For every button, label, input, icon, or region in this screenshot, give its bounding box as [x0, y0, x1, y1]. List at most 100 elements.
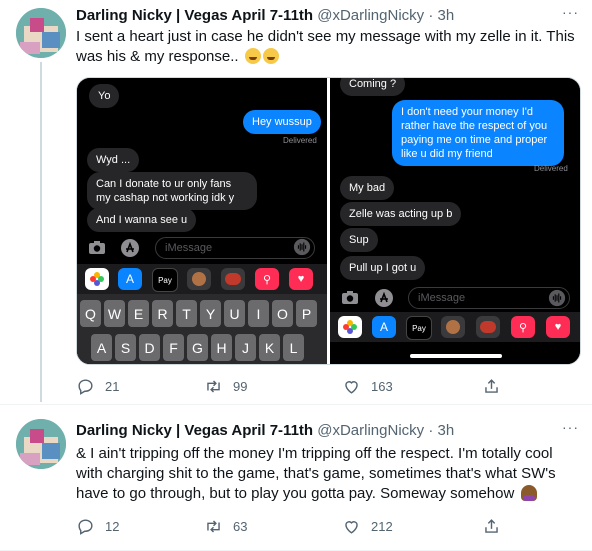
key[interactable]: H — [211, 334, 232, 361]
apple-pay-label: Pay — [158, 275, 172, 285]
apple-pay-button[interactable]: Pay — [406, 316, 432, 340]
reply-button[interactable]: 12 — [76, 514, 119, 538]
photos-app-icon[interactable] — [338, 316, 362, 338]
memoji-icon[interactable] — [187, 268, 211, 290]
message-bubble: And I wanna see u — [87, 208, 197, 232]
timestamp[interactable]: · 3h — [428, 422, 454, 439]
like-button[interactable]: 163 — [342, 374, 393, 398]
keyboard: Q W E R T Y U I O P A S D F G H J K L — [77, 294, 327, 364]
key[interactable]: Y — [200, 300, 221, 327]
key[interactable]: F — [163, 334, 184, 361]
retweet-icon — [207, 379, 220, 393]
like-button[interactable]: 212 — [342, 514, 393, 538]
search-images-icon[interactable]: ⚲ — [511, 316, 535, 338]
reply-button[interactable]: 21 — [76, 374, 119, 398]
message-bubble: Zelle was acting up b — [340, 202, 462, 226]
memoji-icon[interactable] — [441, 316, 465, 338]
message-bubble: Yo — [89, 84, 120, 108]
key[interactable]: P — [296, 300, 317, 327]
message-bubble: Can I donate to ur only fans my cashap n… — [87, 172, 257, 210]
message-bubble: Pull up I got u — [340, 256, 426, 280]
key[interactable]: D — [139, 334, 160, 361]
reply-count: 12 — [105, 518, 120, 534]
share-button[interactable] — [482, 374, 511, 398]
app-store-icon[interactable] — [374, 288, 394, 308]
apple-pay-button[interactable]: Pay — [152, 268, 178, 292]
tweet-2[interactable]: Darling Nicky | Vegas April 7-11th @xDar… — [0, 405, 592, 551]
app-store-icon[interactable]: A — [118, 268, 142, 290]
tweet-text: I sent a heart just in case he didn't se… — [76, 27, 581, 67]
imessage-input[interactable]: iMessage — [155, 237, 315, 259]
tweet-text: & I ain't tripping off the money I'm tri… — [76, 444, 581, 504]
memoji-sticker-icon[interactable] — [221, 268, 245, 290]
app-store-icon[interactable] — [120, 238, 140, 258]
message-text: Wyd ... — [96, 154, 131, 166]
tweet-media[interactable]: Yo Hey wussup Delivered Wyd ... Can I do… — [76, 77, 581, 365]
memoji-sticker-icon[interactable] — [476, 316, 500, 338]
audio-waveform-icon[interactable] — [293, 238, 311, 256]
key[interactable]: O — [272, 300, 293, 327]
emoji-person-facepalm — [520, 485, 537, 501]
key[interactable]: G — [187, 334, 208, 361]
display-name[interactable]: Darling Nicky | Vegas April 7-11th — [76, 7, 313, 24]
heart-app-icon[interactable]: ♥ — [546, 316, 570, 338]
key[interactable]: K — [259, 334, 280, 361]
key[interactable]: I — [248, 300, 269, 327]
message-text: Pull up I got u — [349, 262, 417, 274]
screenshot-left[interactable]: Yo Hey wussup Delivered Wyd ... Can I do… — [77, 78, 327, 364]
key[interactable]: R — [152, 300, 173, 327]
home-indicator — [410, 354, 502, 358]
reply-icon — [78, 378, 93, 395]
screenshot-right[interactable]: Coming ? I don't need your money I'd rat… — [330, 78, 580, 364]
share-button[interactable] — [482, 514, 511, 538]
audio-waveform-icon[interactable] — [548, 289, 566, 307]
delivered-status: Delivered — [283, 136, 317, 145]
message-bubble: Wyd ... — [87, 148, 140, 172]
reply-count: 21 — [105, 378, 120, 394]
timestamp[interactable]: · 3h — [428, 7, 454, 24]
handle[interactable]: @xDarlingNicky — [317, 422, 424, 439]
message-text: Zelle was acting up b — [349, 208, 453, 220]
message-bubble: My bad — [340, 176, 395, 200]
key[interactable]: Q — [80, 300, 101, 327]
search-images-icon[interactable]: ⚲ — [255, 268, 279, 290]
emoji-joy — [244, 48, 261, 64]
reply-icon — [78, 518, 93, 535]
retweet-button[interactable]: 99 — [204, 374, 247, 398]
retweet-icon — [207, 519, 220, 533]
key[interactable]: W — [104, 300, 125, 327]
avatar[interactable] — [16, 419, 66, 469]
photos-app-icon[interactable] — [85, 268, 109, 290]
key[interactable]: S — [115, 334, 136, 361]
key[interactable]: J — [235, 334, 256, 361]
like-icon — [345, 380, 358, 394]
handle[interactable]: @xDarlingNicky — [317, 7, 424, 24]
app-store-icon[interactable]: A — [372, 316, 396, 338]
tweet-1[interactable]: Darling Nicky | Vegas April 7-11th @xDar… — [0, 0, 592, 404]
tweet-text-body: I sent a heart just in case he didn't se… — [76, 28, 579, 65]
display-name[interactable]: Darling Nicky | Vegas April 7-11th — [76, 422, 313, 439]
tweet-text-body: & I ain't tripping off the money I'm tri… — [76, 445, 560, 502]
imessage-input[interactable]: iMessage — [408, 287, 570, 309]
camera-icon[interactable] — [340, 288, 360, 308]
key[interactable]: U — [224, 300, 245, 327]
more-options-icon[interactable]: ··· — [562, 419, 579, 435]
retweet-count: 63 — [233, 518, 248, 534]
message-bubble: Hey wussup — [243, 110, 321, 134]
message-bubble: Coming ? — [340, 78, 406, 96]
retweet-count: 99 — [233, 378, 248, 394]
heart-app-icon[interactable]: ♥ — [289, 268, 313, 290]
apple-pay-label: Pay — [412, 323, 426, 333]
avatar-image — [16, 419, 66, 469]
app-drawer: A Pay ⚲ ♥ — [77, 264, 327, 294]
key[interactable]: T — [176, 300, 197, 327]
more-options-icon[interactable]: ··· — [562, 4, 579, 20]
key[interactable]: A — [91, 334, 112, 361]
key[interactable]: L — [283, 334, 304, 361]
camera-icon[interactable] — [87, 238, 107, 258]
avatar[interactable] — [16, 8, 66, 58]
message-text: And I wanna see u — [96, 214, 188, 226]
retweet-button[interactable]: 63 — [204, 514, 247, 538]
emoji-joy — [262, 48, 279, 64]
key[interactable]: E — [128, 300, 149, 327]
